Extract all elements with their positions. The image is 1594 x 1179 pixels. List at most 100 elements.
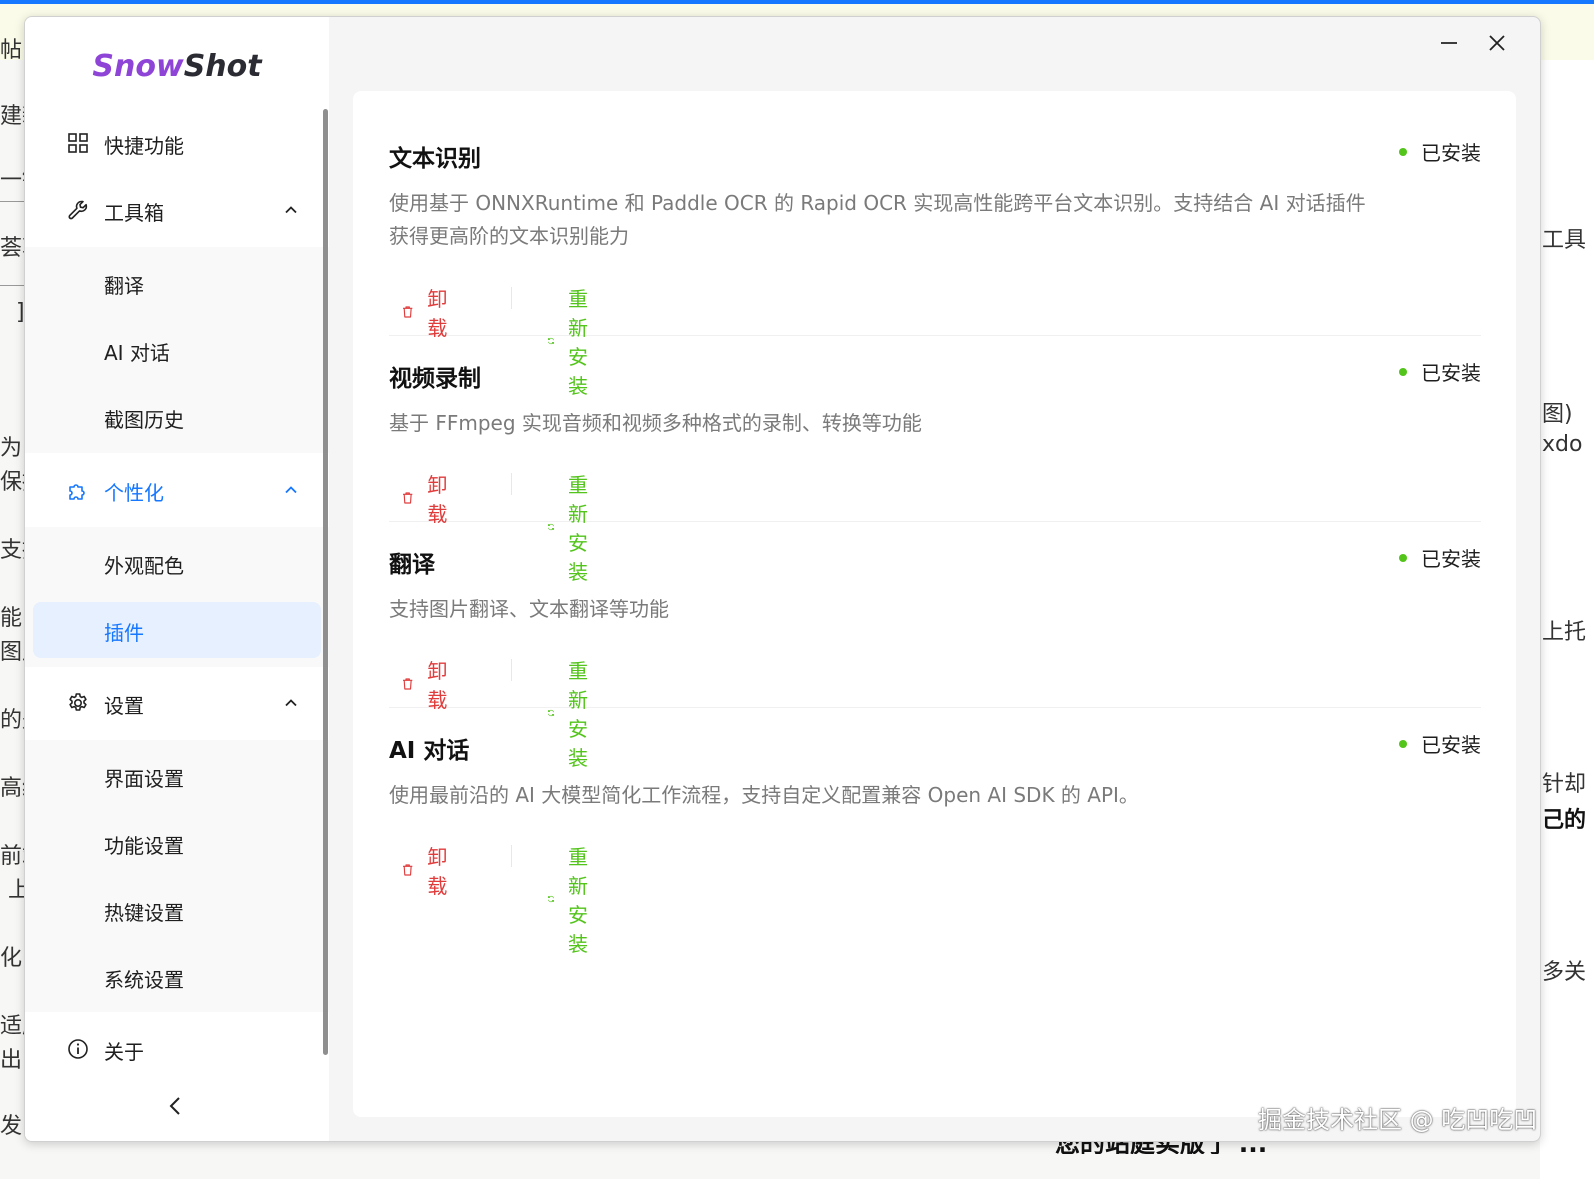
chevron-up-icon — [285, 699, 297, 707]
sidebar-subitem-hotkey-settings[interactable]: 热键设置 — [33, 882, 321, 938]
sidebar-subitem-plugins[interactable]: 插件 — [33, 602, 321, 658]
trash-icon — [402, 492, 413, 504]
background-text: 为 — [0, 436, 23, 461]
reload-icon — [548, 895, 554, 903]
sidebar-item-label: 关于 — [104, 1040, 144, 1064]
grid-icon — [68, 133, 88, 153]
sidebar-scrollbar[interactable] — [323, 109, 328, 1055]
plugin-description: 使用基于 ONNXRuntime 和 Paddle OCR 的 Rapid OC… — [389, 191, 1366, 248]
sidebar-subitem-label: 功能设置 — [104, 834, 184, 858]
background-text: 前端 — [0, 844, 24, 869]
sidebar-subitem-system-settings[interactable]: 系统设置 — [33, 949, 321, 1005]
reload-icon — [548, 709, 554, 717]
status-text: 已安装 — [1421, 141, 1481, 165]
sidebar-subitem-appearance[interactable]: 外观配色 — [33, 535, 321, 591]
background-text: 化 — [0, 946, 23, 971]
uninstall-button[interactable]: 卸载 — [401, 841, 454, 899]
sidebar-subitem-label: 截图历史 — [104, 408, 184, 432]
status-badge: 已安装 — [1399, 543, 1481, 572]
status-text: 已安装 — [1421, 547, 1481, 571]
sidebar-item-label: 快捷功能 — [104, 134, 184, 158]
background-text: 支持 — [0, 538, 24, 563]
sidebar-item-label: 设置 — [104, 694, 144, 718]
plugin-item-ocr: 文本识别 已安装 使用基于 ONNXRuntime 和 Paddle OCR 的… — [389, 137, 1481, 398]
trash-icon — [402, 306, 413, 318]
uninstall-label: 卸载 — [427, 473, 448, 526]
chevron-up-icon — [285, 206, 297, 214]
uninstall-button[interactable]: 卸载 — [401, 469, 454, 527]
background-text: 图) — [1542, 402, 1573, 427]
uninstall-label: 卸载 — [427, 659, 448, 712]
sidebar-subitem-screenshot-history[interactable]: 截图历史 — [33, 389, 321, 445]
plugin-item-translate: 翻译 已安装 支持图片翻译、文本翻译等功能 卸载 重新安装 — [389, 543, 1481, 770]
divider — [511, 659, 512, 681]
sidebar-subitem-function-settings[interactable]: 功能设置 — [33, 815, 321, 871]
app-window: SnowShot 快捷功能 工具箱 翻译 AI 对话 截图历史 个性化 外观配色… — [24, 16, 1541, 1142]
sidebar-item-personalize[interactable]: 个性化 — [33, 462, 321, 518]
plugin-description: 使用最前沿的 AI 大模型简化工作流程，支持自定义配置兼容 Open AI SD… — [389, 783, 1139, 807]
background-text: 适应 — [0, 1014, 24, 1039]
status-badge: 已安装 — [1399, 729, 1481, 758]
puzzle-icon — [69, 484, 85, 500]
status-badge: 已安装 — [1399, 357, 1481, 386]
trash-icon — [402, 678, 413, 690]
plugin-title: AI 对话 — [389, 738, 470, 764]
reinstall-label: 重新安装 — [568, 845, 588, 956]
uninstall-button[interactable]: 卸载 — [401, 655, 454, 713]
sidebar-item-toolbox[interactable]: 工具箱 — [33, 182, 321, 238]
sidebar-subitem-label: 翻译 — [104, 274, 144, 298]
plugin-item-ai-chat: AI 对话 已安装 使用最前沿的 AI 大模型简化工作流程，支持自定义配置兼容 … — [389, 729, 1481, 956]
trash-icon — [402, 864, 413, 876]
sidebar-subitem-ui-settings[interactable]: 界面设置 — [33, 748, 321, 804]
reload-icon — [548, 337, 554, 345]
status-text: 已安装 — [1421, 733, 1481, 757]
sidebar-subitem-ai-chat[interactable]: AI 对话 — [33, 322, 321, 378]
plugin-description: 支持图片翻译、文本翻译等功能 — [389, 597, 669, 621]
uninstall-label: 卸载 — [427, 845, 448, 898]
sidebar-item-about[interactable]: 关于 — [33, 1021, 321, 1077]
sidebar-item-label: 个性化 — [104, 481, 164, 505]
background-text: 保持 — [0, 470, 24, 495]
sidebar-item-settings[interactable]: 设置 — [33, 675, 321, 731]
info-icon — [68, 1039, 88, 1059]
chevron-left-icon[interactable] — [165, 1095, 187, 1117]
plugin-list-card: 文本识别 已安装 使用基于 ONNXRuntime 和 Paddle OCR 的… — [353, 91, 1516, 1117]
close-icon[interactable] — [1483, 29, 1511, 57]
background-text: 上托 — [1542, 620, 1587, 645]
sidebar-item-quick[interactable]: 快捷功能 — [33, 115, 321, 171]
sidebar-subitem-label: 插件 — [104, 621, 144, 645]
background-text: 出了 — [0, 1048, 24, 1073]
background-text: 荟萃 — [0, 236, 24, 261]
background-text: 多关 — [1542, 960, 1587, 985]
plugin-title: 文本识别 — [389, 146, 481, 172]
status-text: 已安装 — [1421, 361, 1481, 385]
minimize-icon[interactable] — [1435, 29, 1463, 57]
background-text: 一键 — [0, 168, 24, 193]
sidebar-subitem-translate[interactable]: 翻译 — [33, 255, 321, 311]
divider — [511, 845, 512, 867]
background-text: 建新 — [0, 104, 24, 129]
sidebar-item-label: 工具箱 — [104, 201, 164, 225]
background-text: 发 — [0, 1114, 23, 1139]
reinstall-button[interactable]: 重新安装 — [547, 841, 600, 957]
background-text: 的是 — [0, 708, 24, 733]
gear-icon — [69, 693, 87, 711]
plugin-title: 翻译 — [389, 552, 435, 578]
divider — [511, 473, 512, 495]
reload-icon — [548, 523, 554, 531]
status-badge: 已安装 — [1399, 137, 1481, 166]
background-text: 能以 — [0, 606, 24, 631]
background-text: xdo — [1542, 432, 1583, 457]
wrench-icon — [68, 200, 88, 220]
background-text: 己的 — [1542, 808, 1587, 833]
background-divider — [0, 285, 24, 286]
plugin-description: 基于 FFmpeg 实现音频和视频多种格式的录制、转换等功能 — [389, 411, 922, 435]
background-top-bar — [0, 0, 1594, 4]
sidebar: SnowShot 快捷功能 工具箱 翻译 AI 对话 截图历史 个性化 外观配色… — [25, 17, 329, 1141]
uninstall-label: 卸载 — [427, 287, 448, 340]
uninstall-button[interactable]: 卸载 — [401, 283, 454, 341]
sidebar-subitem-label: 热键设置 — [104, 901, 184, 925]
watermark: 掘金技术社区 @ 吃凹吃凹 — [1258, 1106, 1538, 1134]
background-text: 图片 — [0, 640, 24, 665]
app-logo: SnowShot — [25, 49, 329, 84]
